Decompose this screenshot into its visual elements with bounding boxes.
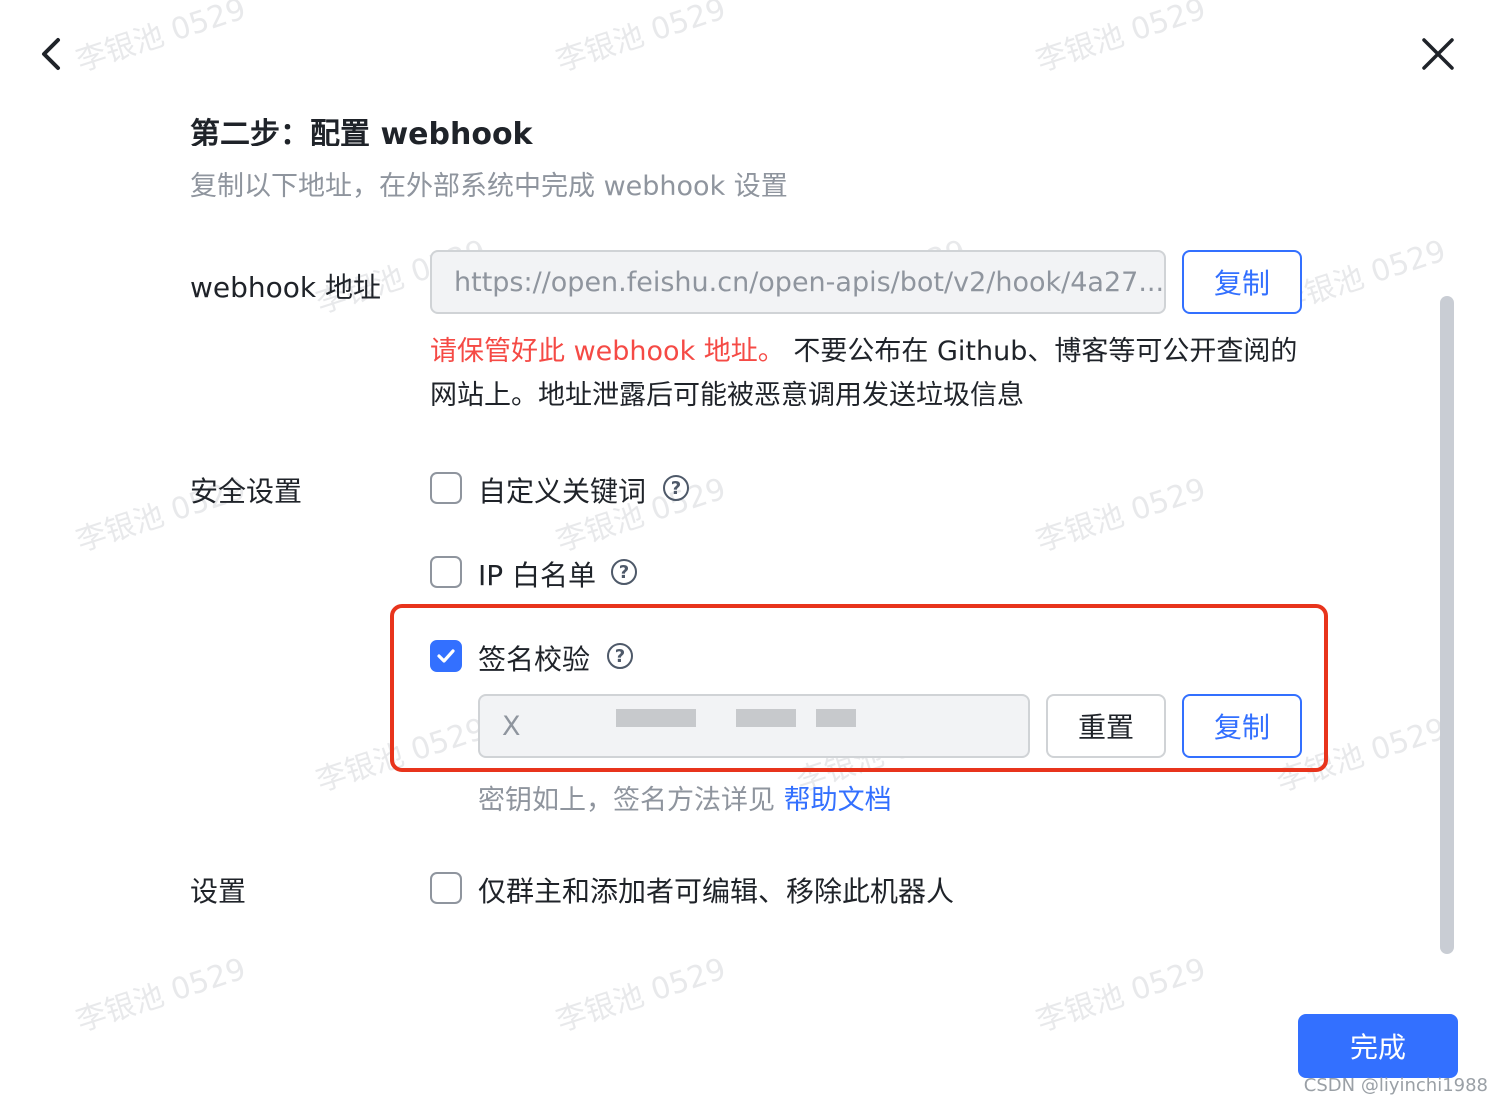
help-docs-link[interactable]: 帮助文档 bbox=[784, 785, 892, 816]
redacted-secret-block bbox=[616, 709, 696, 727]
redacted-secret-block bbox=[736, 709, 796, 727]
scrollbar-thumb[interactable] bbox=[1440, 296, 1454, 954]
watermark: 李银池 0529 bbox=[551, 0, 731, 80]
redacted-secret-block bbox=[816, 709, 856, 727]
secret-value: X bbox=[502, 710, 521, 742]
watermark: 李银池 0529 bbox=[1031, 0, 1211, 80]
owner-only-edit-label: 仅群主和添加者可编辑、移除此机器人 bbox=[478, 875, 955, 908]
back-button[interactable] bbox=[30, 32, 74, 76]
webhook-url-value: https://open.feishu.cn/open-apis/bot/v2/… bbox=[454, 266, 1165, 298]
webhook-warning-emphasis: 请保管好此 webhook 地址。 bbox=[430, 336, 785, 367]
copy-webhook-button[interactable]: 复制 bbox=[1182, 250, 1302, 314]
help-icon[interactable]: ? bbox=[607, 643, 633, 669]
close-icon bbox=[1422, 38, 1454, 70]
security-settings-label: 安全设置 bbox=[190, 475, 303, 508]
copy-secret-button[interactable]: 复制 bbox=[1182, 694, 1302, 758]
ip-whitelist-label: IP 白名单 bbox=[478, 559, 597, 592]
owner-only-edit-checkbox[interactable] bbox=[430, 872, 462, 904]
webhook-url-field[interactable]: https://open.feishu.cn/open-apis/bot/v2/… bbox=[430, 250, 1166, 314]
chevron-left-icon bbox=[42, 38, 60, 70]
secret-hint-text: 密钥如上，签名方法详见 bbox=[478, 785, 784, 816]
signature-verification-label: 签名校验 bbox=[478, 643, 591, 676]
close-button[interactable] bbox=[1416, 32, 1460, 76]
signature-verification-checkbox[interactable] bbox=[430, 640, 462, 672]
webhook-label: webhook 地址 bbox=[190, 271, 382, 304]
custom-keyword-label: 自定义关键词 bbox=[478, 475, 647, 508]
webhook-warning: 请保管好此 webhook 地址。 不要公布在 Github、博客等可公开查阅的… bbox=[430, 330, 1310, 418]
settings-label: 设置 bbox=[190, 875, 247, 908]
secret-hint: 密钥如上，签名方法详见 帮助文档 bbox=[478, 778, 892, 817]
checkmark-icon bbox=[437, 649, 455, 663]
help-icon[interactable]: ? bbox=[611, 559, 637, 585]
watermark: 李银池 0529 bbox=[71, 951, 251, 1040]
step-title: 第二步：配置 webhook bbox=[190, 117, 533, 146]
custom-keyword-checkbox[interactable] bbox=[430, 472, 462, 504]
watermark: 李银池 0529 bbox=[1031, 951, 1211, 1040]
done-button[interactable]: 完成 bbox=[1298, 1014, 1458, 1078]
step-description: 复制以下地址，在外部系统中完成 webhook 设置 bbox=[190, 171, 788, 202]
watermark: 李银池 0529 bbox=[551, 951, 731, 1040]
help-icon[interactable]: ? bbox=[663, 475, 689, 501]
watermark: 李银池 0529 bbox=[71, 0, 251, 80]
ip-whitelist-checkbox[interactable] bbox=[430, 556, 462, 588]
reset-secret-button[interactable]: 重置 bbox=[1046, 694, 1166, 758]
source-credit: CSDN @liyinchi1988 bbox=[1303, 1075, 1488, 1096]
watermark: 李银池 0529 bbox=[1031, 471, 1211, 560]
